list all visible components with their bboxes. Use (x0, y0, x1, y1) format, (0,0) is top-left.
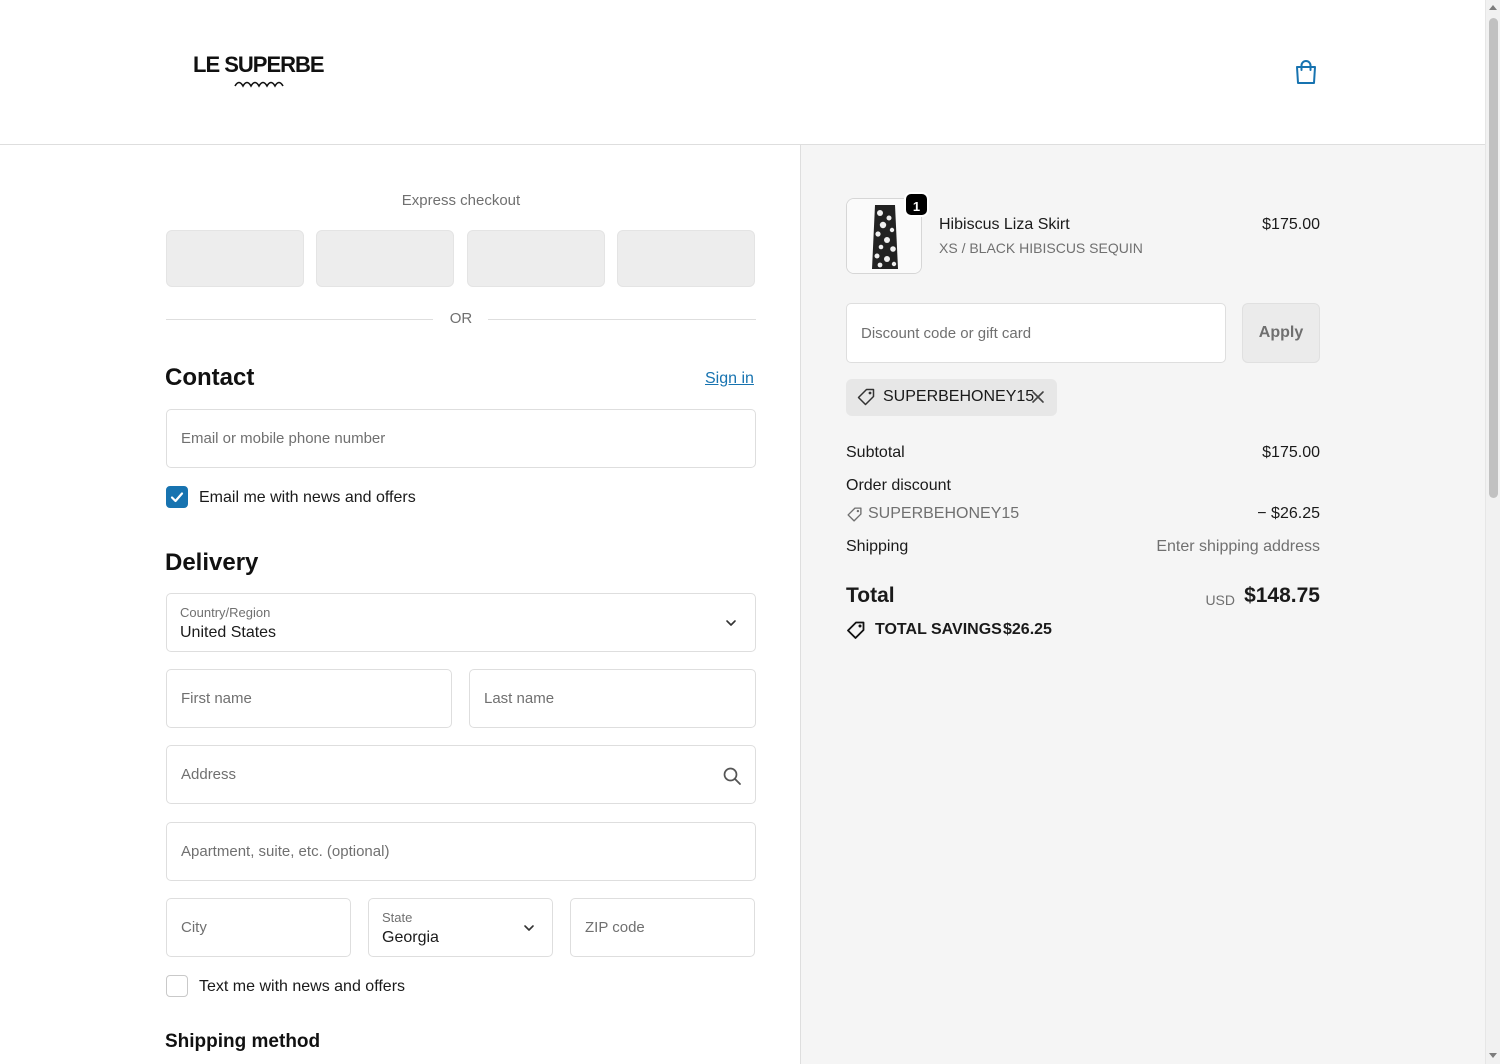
email-news-checkbox[interactable] (166, 486, 188, 508)
chevron-down-icon (726, 620, 736, 626)
email-field[interactable] (166, 409, 756, 468)
savings-label: TOTAL SAVINGS (875, 621, 1002, 638)
savings-value: $26.25 (1003, 621, 1052, 638)
last-name-input[interactable] (470, 670, 755, 727)
city-field[interactable] (166, 898, 351, 957)
delivery-heading: Delivery (165, 549, 259, 576)
state-select[interactable]: State Georgia (368, 898, 553, 957)
subtotal-value: $175.00 (1262, 444, 1320, 461)
contact-heading: Contact (165, 364, 255, 391)
discount-value: − $26.25 (1257, 505, 1320, 522)
express-pay-button-4[interactable] (617, 230, 755, 287)
apply-discount-button[interactable]: Apply (1242, 303, 1320, 363)
applied-discount-chip: SUPERBEHONEY15 (846, 379, 1057, 416)
scroll-up-arrow-icon[interactable] (1489, 5, 1497, 10)
scrollbar-thumb[interactable] (1489, 18, 1498, 498)
or-divider: OR (166, 309, 756, 329)
total-value: $148.75 (1244, 584, 1320, 607)
currency-code: USD (1205, 592, 1235, 608)
product-price: $175.00 (1262, 216, 1320, 233)
express-pay-button-1[interactable] (166, 230, 304, 287)
shipping-method-heading: Shipping method (165, 1031, 321, 1052)
product-variant: XS / BLACK HIBISCUS SEQUIN (939, 240, 1143, 256)
discount-field[interactable] (846, 303, 1226, 363)
checkmark-icon (170, 492, 184, 503)
zip-field[interactable] (570, 898, 755, 957)
close-icon[interactable] (1031, 390, 1045, 404)
text-news-label: Text me with news and offers (199, 978, 406, 995)
zip-input[interactable] (571, 899, 754, 956)
order-summary-panel (800, 145, 1485, 1064)
scroll-down-arrow-icon[interactable] (1489, 1053, 1497, 1058)
tag-icon (857, 388, 875, 406)
text-news-checkbox[interactable] (166, 975, 188, 997)
shopping-bag-icon[interactable] (1292, 58, 1320, 86)
city-input[interactable] (167, 899, 350, 956)
subtotal-label: Subtotal (846, 444, 905, 461)
shipping-label: Shipping (846, 538, 909, 555)
shipping-value: Enter shipping address (1156, 538, 1320, 555)
apartment-input[interactable] (167, 823, 755, 880)
order-discount-label: Order discount (846, 477, 951, 494)
first-name-field[interactable] (166, 669, 452, 728)
express-pay-button-3[interactable] (467, 230, 605, 287)
search-icon[interactable] (722, 766, 742, 786)
apartment-field[interactable] (166, 822, 756, 881)
express-pay-button-2[interactable] (316, 230, 454, 287)
state-value: Georgia (382, 929, 439, 946)
page-scrollbar[interactable] (1485, 0, 1500, 1064)
store-logo[interactable]: LE SUPERBE (193, 52, 333, 92)
email-news-label: Email me with news and offers (199, 489, 416, 506)
first-name-input[interactable] (167, 670, 451, 727)
sign-in-link[interactable]: Sign in (705, 370, 754, 388)
country-value: United States (180, 624, 277, 641)
discount-code-text: SUPERBEHONEY15 (868, 505, 1020, 522)
applied-code-text: SUPERBEHONEY15 (883, 388, 1035, 405)
logo-text: LE SUPERBE (193, 52, 325, 77)
country-select[interactable]: Country/Region United States (166, 593, 756, 652)
logo-wave-icon (234, 81, 284, 88)
divider-line-right (488, 319, 756, 320)
address-field[interactable] (166, 745, 756, 804)
chevron-down-icon (524, 925, 534, 931)
savings-tag-icon (847, 621, 865, 639)
product-name: Hibiscus Liza Skirt (939, 216, 1070, 233)
country-label: Country/Region (180, 605, 271, 620)
email-input[interactable] (167, 410, 755, 467)
tag-icon (847, 507, 862, 522)
last-name-field[interactable] (469, 669, 756, 728)
discount-input[interactable] (847, 304, 1225, 362)
total-label: Total (846, 584, 895, 607)
express-checkout-title: Express checkout (401, 192, 521, 209)
quantity-badge: 1 (904, 192, 929, 217)
address-input[interactable] (167, 746, 755, 803)
checkout-header: LE SUPERBE (0, 0, 1485, 145)
state-label: State (382, 910, 413, 925)
